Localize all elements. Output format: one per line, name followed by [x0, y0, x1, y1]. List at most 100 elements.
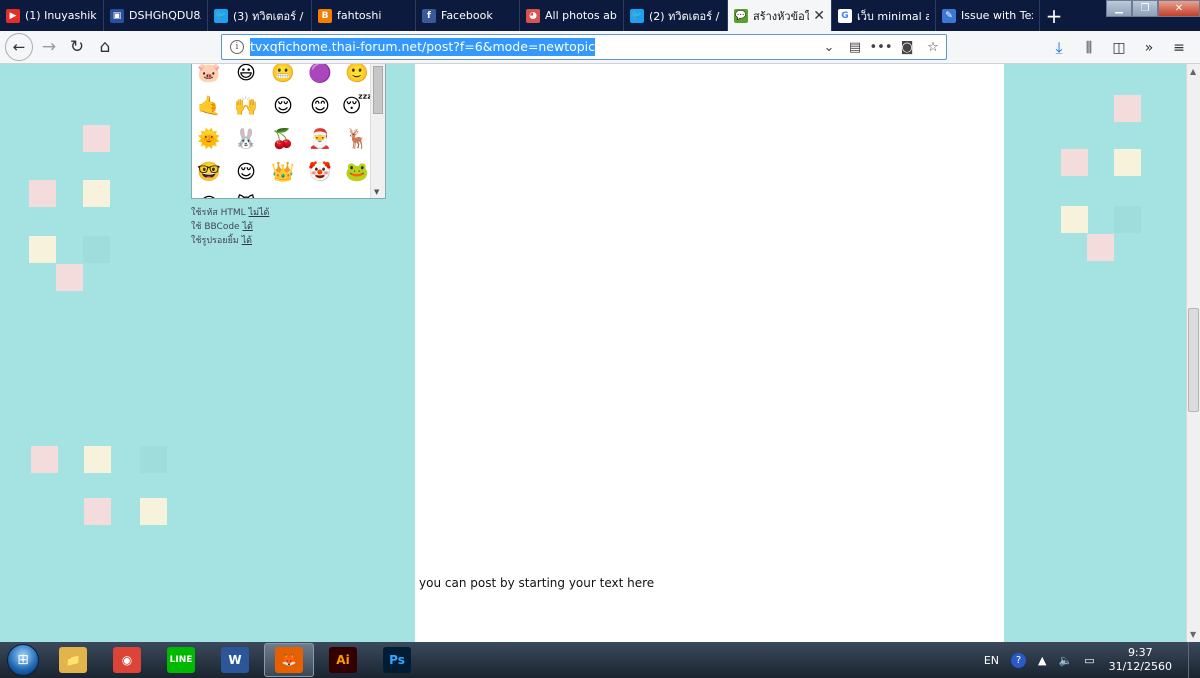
url-text[interactable]: tvxqfichome.thai-forum.net/post?f=6&mode… — [250, 38, 596, 56]
browser-tab[interactable]: ◕ All photos abo — [520, 0, 624, 31]
decor-square — [29, 236, 56, 263]
browser-tab[interactable]: 🐦 (2) ทวิตเตอร์ / r — [624, 0, 728, 31]
new-tab-button[interactable]: + — [1040, 0, 1068, 31]
sidebar-button[interactable]: ◫ — [1104, 34, 1134, 62]
volume-icon[interactable]: 🔈 — [1058, 654, 1072, 667]
browser-tab[interactable]: 💬 สร้างหัวข้อใ ✕ — [728, 0, 832, 31]
start-button[interactable]: ⊞ — [0, 642, 46, 678]
system-tray: EN ? ▲ 🔈 ▭ 9:37 31/12/2560 — [978, 642, 1200, 678]
scroll-down-arrow-icon[interactable]: ▼ — [374, 188, 379, 196]
address-bar[interactable]: i tvxqfichome.thai-forum.net/post?f=6&mo… — [221, 34, 947, 60]
decor-square — [1061, 149, 1088, 176]
pocket-icon[interactable]: ◙ — [894, 40, 920, 55]
decor-square — [1087, 234, 1114, 261]
network-icon[interactable]: ▭ — [1084, 654, 1094, 667]
taskbar-app-explorer[interactable]: 📁 — [48, 643, 98, 677]
site-info-icon[interactable]: i — [230, 40, 244, 54]
taskbar-app-illustrator[interactable]: Ai — [318, 643, 368, 677]
taskbar-app-firefox[interactable]: 🦊 — [264, 643, 314, 677]
minimize-button[interactable]: ▁ — [1106, 0, 1132, 17]
downloads-button[interactable]: ⤓ — [1044, 34, 1074, 62]
smiley-scrollbar[interactable]: ▼ — [370, 64, 385, 198]
tab-strip: ▶ (1) Inuyashiki ▣ DSHGhQDU8A 🐦 (3) ทวิตเตอร์… — [0, 0, 1200, 31]
scroll-up-arrow-icon[interactable]: ▲ — [1190, 67, 1196, 76]
post-editor[interactable]: you can post by starting your text here — [415, 64, 1004, 642]
home-button[interactable]: ⌂ — [91, 33, 119, 61]
reload-button[interactable]: ↻ — [63, 33, 91, 61]
smiley-item[interactable]: 😸 — [233, 192, 259, 198]
browser-tab[interactable]: f Facebook — [416, 0, 520, 31]
decor-square — [56, 264, 83, 291]
scroll-down-arrow-icon[interactable]: ▼ — [1190, 630, 1196, 639]
browser-tab[interactable]: Bfahtoshi — [312, 0, 416, 31]
browser-tab[interactable]: 🐦 (3) ทวิตเตอร์ / r — [208, 0, 312, 31]
browser-tab[interactable]: ▶ (1) Inuyashiki — [0, 0, 104, 31]
decor-square — [84, 498, 111, 525]
bookmark-star-icon[interactable]: ☆ — [920, 40, 946, 55]
bbcode-option-value[interactable]: ได้ — [242, 222, 252, 232]
tab-label: (3) ทวิตเตอร์ / r — [233, 9, 305, 23]
taskbar-app-photoshop[interactable]: Ps — [372, 643, 422, 677]
bbcode-option-label: ใช้ BBCode — [191, 222, 240, 232]
smiley-item[interactable]: 🎅 — [307, 126, 333, 152]
smiley-item[interactable]: 😊 — [307, 93, 333, 119]
smiley-item[interactable]: 🙌 — [233, 93, 259, 119]
taskbar-app-line[interactable]: LINE — [156, 643, 206, 677]
smiley-scroll-thumb[interactable] — [373, 66, 383, 114]
smiley-item[interactable]: 🤓 — [196, 159, 222, 185]
taskbar-app-chrome[interactable]: ◉ — [102, 643, 152, 677]
browser-tab[interactable]: G เว็บ minimal a — [832, 0, 936, 31]
reader-view-icon[interactable]: ▤ — [842, 40, 868, 55]
close-tab-icon[interactable]: ✕ — [809, 8, 825, 24]
tab-label: เว็บ minimal a — [857, 9, 929, 23]
home-icon: ⌂ — [99, 37, 111, 57]
close-window-button[interactable]: ✕ — [1158, 0, 1200, 17]
smiley-item[interactable]: 😬 — [270, 64, 296, 86]
browser-tab[interactable]: ✎ Issue with Tex — [936, 0, 1040, 31]
smiley-item[interactable]: 🌞 — [196, 126, 222, 152]
clock[interactable]: 9:37 31/12/2560 — [1109, 646, 1172, 674]
maximize-button[interactable]: ❐ — [1132, 0, 1158, 17]
back-button[interactable]: ← — [5, 33, 33, 61]
smiley-item[interactable]: 😃 — [233, 64, 259, 86]
google-icon: G — [838, 8, 852, 23]
smiley-item[interactable]: 🦌 — [344, 126, 370, 152]
smiley-picker[interactable]: 🐷 😃 😬 🟣 🙂 🤙 🙌 😌 😊 😴 🌞 🐰 🍒 🎅 🦌 🤓 😌 👑 🤡 🐸 😅 😸 ▼ — [191, 64, 386, 199]
forward-button[interactable]: → — [35, 33, 63, 61]
decor-square — [1114, 206, 1141, 233]
library-button[interactable]: ⫼ — [1074, 34, 1104, 62]
clock-date: 31/12/2560 — [1108, 660, 1172, 673]
post-body-text[interactable]: you can post by starting your text here — [419, 576, 654, 590]
help-icon[interactable]: ? — [1011, 652, 1027, 668]
smiley-item[interactable]: 👑 — [270, 159, 296, 185]
show-desktop-button[interactable] — [1188, 642, 1200, 678]
smiley-item[interactable]: 😅 — [196, 192, 222, 198]
smiley-item[interactable]: 😌 — [233, 159, 259, 185]
page-scrollbar[interactable]: ▲ ▼ — [1186, 64, 1200, 642]
browser-tab[interactable]: ▣ DSHGhQDU8A — [104, 0, 208, 31]
line-icon: LINE — [167, 647, 195, 673]
language-indicator[interactable]: EN — [984, 654, 999, 667]
more-actions-icon[interactable]: ••• — [868, 40, 894, 55]
overflow-button[interactable]: » — [1134, 34, 1164, 62]
explorer-icon: 📁 — [59, 647, 87, 673]
page-scroll-thumb[interactable] — [1188, 308, 1199, 412]
show-hidden-icons-icon[interactable]: ▲ — [1038, 654, 1046, 667]
smilies-option-value[interactable]: ได้ — [242, 236, 252, 246]
taskbar-app-word[interactable]: W — [210, 643, 260, 677]
smiley-item[interactable]: 🙂 — [344, 64, 370, 86]
smiley-item[interactable]: 🍒 — [270, 126, 296, 152]
smiley-item[interactable]: 🟣 — [307, 64, 333, 86]
html-option-value[interactable]: ไม่ได้ — [249, 208, 270, 218]
chevron-down-icon[interactable]: ⌄ — [816, 40, 842, 55]
smiley-item[interactable]: 🤙 — [196, 93, 222, 119]
smiley-item[interactable]: 🐰 — [233, 126, 259, 152]
youtube-icon: ▶ — [6, 8, 20, 23]
html-option-label: ใช้รหัส HTML — [191, 208, 246, 218]
menu-button[interactable]: ≡ — [1164, 34, 1194, 62]
smiley-item[interactable]: 🤡 — [307, 159, 333, 185]
smiley-item[interactable]: 🐷 — [196, 64, 222, 86]
smiley-item[interactable]: 🐸 — [344, 159, 370, 185]
smiley-item[interactable]: 😴 — [342, 93, 372, 119]
smiley-item[interactable]: 😌 — [270, 93, 296, 119]
